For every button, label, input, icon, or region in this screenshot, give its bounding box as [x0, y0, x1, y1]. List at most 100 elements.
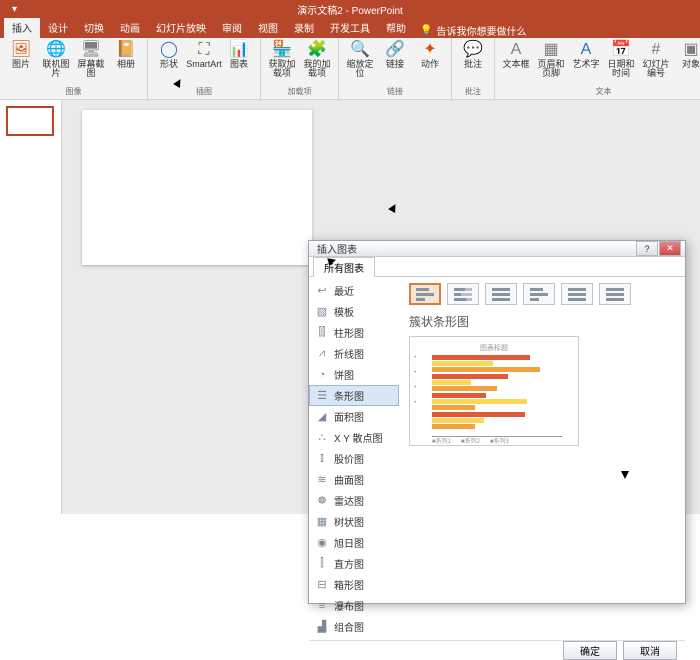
group-label: 加载项 [288, 85, 312, 98]
chart-category-树状图[interactable]: ▦树状图 [309, 511, 399, 532]
shapes-button[interactable]: ◯形状 [153, 41, 185, 69]
tab-slideshow[interactable]: 幻灯片放映 [148, 17, 214, 38]
slide-thumbnail-1[interactable] [6, 106, 54, 136]
comment-button[interactable]: 💬批注 [457, 41, 489, 69]
header-footer-button[interactable]: ▦页眉和页脚 [535, 41, 567, 79]
preview-bar [432, 374, 508, 379]
zoom-button[interactable]: 🔍缩放定位 [344, 41, 376, 79]
chart-category-箱形图[interactable]: ⊟箱形图 [309, 574, 399, 595]
subtype-3d-stacked-bar[interactable] [561, 283, 593, 305]
get-addins-button[interactable]: 🏪获取加载项 [266, 41, 298, 79]
chart-category-icon: ▧ [315, 305, 329, 318]
online-pictures-button[interactable]: 🌐联机图片 [40, 41, 72, 79]
date-time-icon: 📅 [612, 41, 630, 59]
chart-category-list[interactable]: ↩最近▧模板 ⫿⫿ 柱形图 ⩘折线图◔饼图 ☰ 条形图 ◢面积图∴X Y 散点图⫾股价图≋曲… [309, 277, 399, 640]
subtype-3d-clustered-bar[interactable] [523, 283, 555, 305]
chart-category-label: 直方图 [334, 556, 364, 571]
workarea: 插入图表 ? ✕ 所有图表 ↩最近▧模板 ⫿⫿ 柱形图 ⩘折线图◔饼图 ☰ 条形图 ◢面积图… [0, 100, 700, 514]
tab-design[interactable]: 设计 [40, 17, 76, 38]
smartart-icon: ⛶ [195, 41, 213, 59]
subtype-100stacked-bar[interactable] [485, 283, 517, 305]
dialog-title: 插入图表 [317, 241, 357, 256]
chart-category-label: 柱形图 [334, 325, 364, 340]
slide-1[interactable] [82, 110, 312, 265]
chart-category-icon: ⫿ [315, 557, 329, 570]
chart-category-icon: ☰ [315, 389, 329, 402]
my-addins-icon: 🧩 [308, 41, 326, 59]
group-label: 批注 [465, 85, 481, 98]
header-footer-button-label: 页眉和页脚 [535, 60, 567, 79]
pictures-button[interactable]: 🖼图片 [5, 41, 37, 69]
chart-category-旭日图[interactable]: ◉旭日图 [309, 532, 399, 553]
tab-review[interactable]: 审阅 [214, 17, 250, 38]
chart-category-icon: ☸ [315, 494, 329, 507]
zoom-button-label: 缩放定位 [344, 60, 376, 79]
chart-category-最近[interactable]: ↩最近 [309, 280, 399, 301]
cancel-button[interactable]: 取消 [623, 641, 677, 660]
dialog-help-button[interactable]: ? [636, 241, 658, 256]
ok-button[interactable]: 确定 [563, 641, 617, 660]
subtype-clustered-bar[interactable] [409, 283, 441, 305]
photo-album-icon: 📔 [117, 41, 135, 59]
date-time-button[interactable]: 📅日期和时间 [605, 41, 637, 79]
preview-legend: ■系列1■系列2■系列3 [432, 436, 509, 445]
object-icon: ▣ [682, 41, 700, 59]
smartart-button[interactable]: ⛶SmartArt [188, 41, 220, 69]
preview-bar [432, 405, 475, 410]
ribbon-group-文本: A文本框▦页眉和页脚A艺术字📅日期和时间#幻灯片编号▣对象文本 [495, 38, 700, 99]
chart-category-icon: ⫿⫿ [315, 326, 329, 339]
chart-category-条形图[interactable]: ☰ 条形图 [309, 385, 399, 406]
chart-preview[interactable]: 图表标题 •••• ■系列1■系列2■系列3 [409, 336, 579, 446]
shapes-button-label: 形状 [160, 60, 178, 69]
chart-category-icon: ▦ [315, 515, 329, 528]
chart-category-曲面图[interactable]: ≋曲面图 [309, 469, 399, 490]
ribbon-group-加载项: 🏪获取加载项🧩我的加载项加载项 [261, 38, 339, 99]
chart-category-雷达图[interactable]: ☸雷达图 [309, 490, 399, 511]
photo-album-button[interactable]: 📔相册 [110, 41, 142, 69]
chart-category-icon: ∴ [315, 431, 329, 444]
my-addins-button[interactable]: 🧩我的加载项 [301, 41, 333, 79]
tab-insert[interactable]: 插入 [4, 17, 40, 38]
screenshot-button[interactable]: 🖥屏幕截图 [75, 41, 107, 79]
textbox-button[interactable]: A文本框 [500, 41, 532, 69]
action-button[interactable]: ✦动作 [414, 41, 446, 69]
tell-me-label: 告诉我你想要做什么 [436, 23, 526, 38]
chart-category-瀑布图[interactable]: ≡瀑布图 [309, 595, 399, 616]
dialog-tab-allcharts[interactable]: 所有图表 [313, 257, 375, 277]
chart-category-折线图[interactable]: ⩘折线图 [309, 343, 399, 364]
chart-category-直方图[interactable]: ⫿ 直方图 [309, 553, 399, 574]
tab-recording[interactable]: 录制 [286, 17, 322, 38]
object-button[interactable]: ▣对象 [675, 41, 700, 69]
tab-transitions[interactable]: 切换 [76, 17, 112, 38]
chart-category-模板[interactable]: ▧模板 [309, 301, 399, 322]
chart-category-label: 股价图 [334, 451, 364, 466]
chart-category-股价图[interactable]: ⫾股价图 [309, 448, 399, 469]
tab-view[interactable]: 视图 [250, 17, 286, 38]
chart-category-面积图[interactable]: ◢面积图 [309, 406, 399, 427]
chart-subtype-row [409, 283, 675, 305]
chart-button[interactable]: 📊图表 [223, 41, 255, 69]
tab-help[interactable]: 帮助 [378, 17, 414, 38]
tell-me-search[interactable]: 💡 告诉我你想要做什么 [414, 23, 526, 38]
subtype-3d-100stacked-bar[interactable] [599, 283, 631, 305]
slide-number-button[interactable]: #幻灯片编号 [640, 41, 672, 79]
link-button[interactable]: 🔗链接 [379, 41, 411, 69]
chart-category-icon: ◢ [315, 410, 329, 423]
chart-category-label: 瀑布图 [334, 598, 364, 613]
dialog-close-button[interactable]: ✕ [659, 241, 681, 256]
chart-category-组合图[interactable]: ▟组合图 [309, 616, 399, 637]
wordart-button[interactable]: A艺术字 [570, 41, 602, 69]
subtype-stacked-bar[interactable] [447, 283, 479, 305]
chart-category-label: 最近 [334, 283, 354, 298]
chart-category-饼图[interactable]: ◔饼图 [309, 364, 399, 385]
textbox-icon: A [507, 41, 525, 59]
group-label: 图像 [66, 85, 82, 98]
chart-category-label: 条形图 [334, 388, 364, 403]
chart-category-柱形图[interactable]: ⫿⫿ 柱形图 [309, 322, 399, 343]
smartart-button-label: SmartArt [186, 60, 222, 69]
dialog-titlebar[interactable]: 插入图表 ? ✕ [309, 241, 685, 257]
chart-category-X Y 散点图[interactable]: ∴X Y 散点图 [309, 427, 399, 448]
tab-animations[interactable]: 动画 [112, 17, 148, 38]
tab-developer[interactable]: 开发工具 [322, 17, 378, 38]
qat-dropdown-icon[interactable]: ▾ [12, 4, 17, 15]
